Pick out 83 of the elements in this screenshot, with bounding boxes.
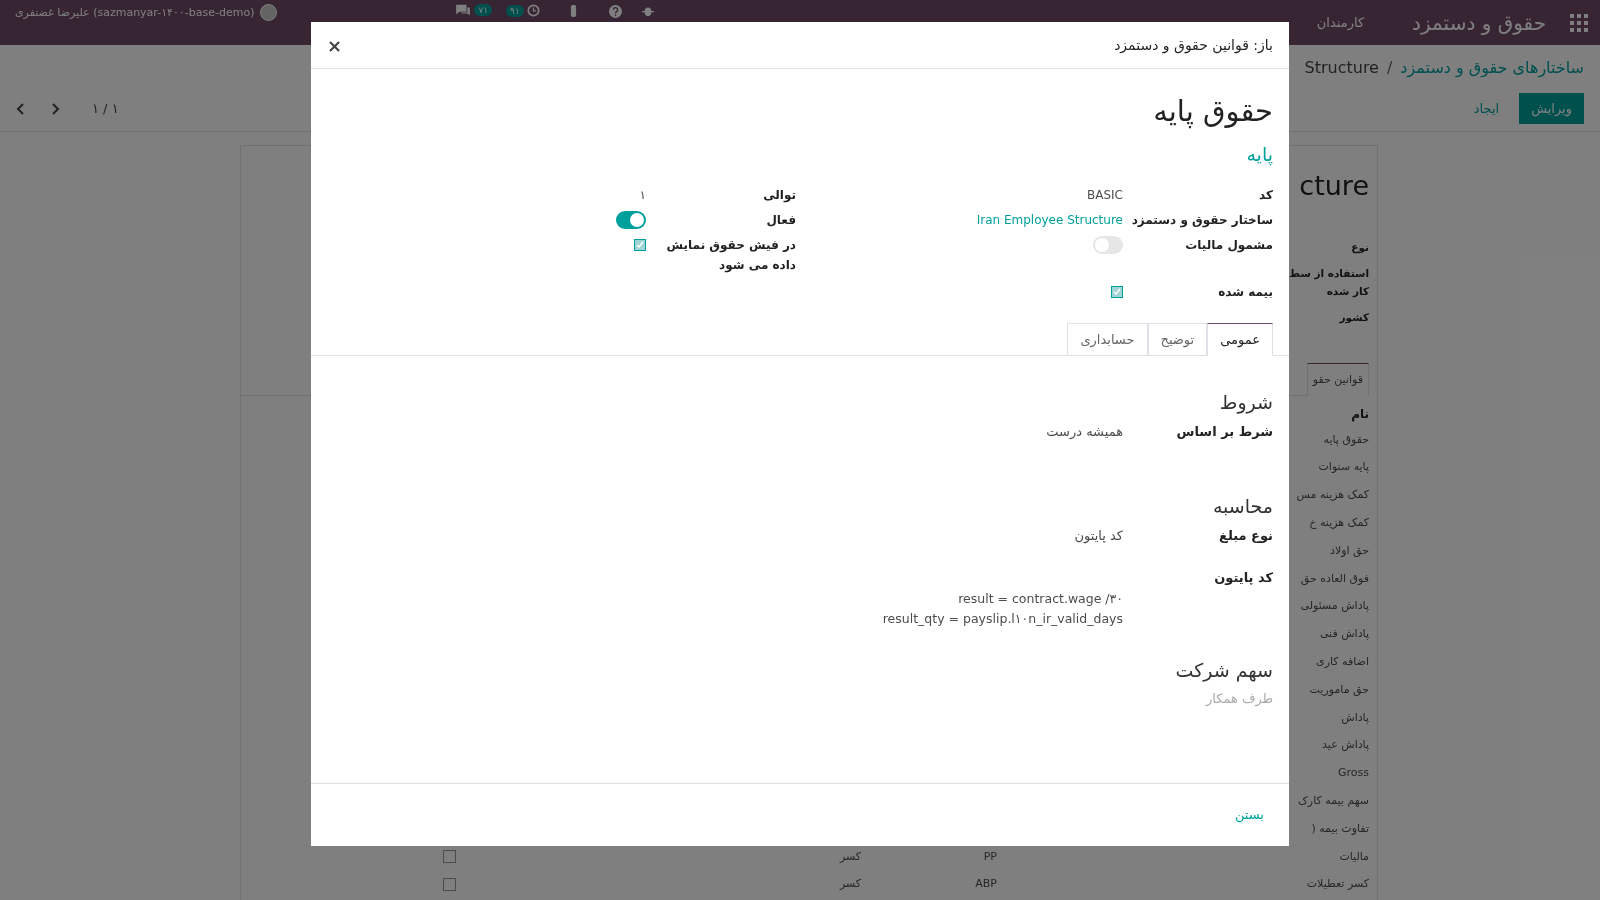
field-label: استفاده از سط: [1289, 266, 1369, 282]
tab[interactable]: عمومی: [1207, 323, 1273, 356]
field-label: کد پایتون: [1214, 569, 1273, 587]
field-label: کد: [1259, 187, 1273, 204]
table-cell-text: مالیات: [1338, 848, 1369, 865]
table-cell-text: حق اولاد: [1330, 542, 1369, 559]
field-label: شرط بر اساس: [1176, 423, 1273, 441]
field-label: کار شده: [1326, 284, 1369, 300]
section-title: محاسبه: [1212, 494, 1273, 519]
chat-icon[interactable]: [455, 4, 472, 16]
chevron-right-icon[interactable]: [52, 102, 60, 115]
field-label: نوع: [1351, 240, 1369, 256]
record-category: پایه: [1245, 142, 1273, 167]
checkbox[interactable]: [443, 878, 456, 892]
chevron-left-icon[interactable]: [16, 102, 24, 115]
table-cell: کمک هزینه خ: [1309, 515, 1369, 532]
field-label: توالی: [763, 187, 796, 205]
field-label: فعال: [766, 212, 796, 229]
field-label: ساختار حقوق و دستمزد: [1131, 212, 1273, 230]
field-label: بیمه شده: [1218, 284, 1273, 301]
user-name[interactable]: علیرضا غضنفری (sazmanyar-۱۴۰۰-base-demo): [15, 4, 255, 21]
table-cell-text: کسر تعطیلات: [1305, 876, 1369, 893]
help-icon[interactable]: [608, 5, 622, 18]
table-cell-text: کسر: [838, 848, 861, 865]
table-cell-text: ABP: [974, 876, 997, 893]
phone-icon[interactable]: [569, 5, 577, 17]
table-cell-text: کسر: [838, 876, 861, 893]
close-dialog-button[interactable]: بستن: [1234, 805, 1264, 825]
field-value: BASIC: [1087, 187, 1123, 204]
table-cell-text: اضافه کاری: [1316, 654, 1369, 670]
table-cell: پایه سنوات: [1318, 459, 1369, 476]
checkbox[interactable]: [443, 850, 456, 864]
field-value: کد پایتون: [1074, 527, 1123, 546]
table-cell-text: حق ماموریت: [1309, 681, 1369, 698]
breadcrumb-separator: /: [1386, 57, 1393, 79]
structure-link[interactable]: Iran Employee Structure: [976, 211, 1123, 229]
create-button[interactable]: ایجاد: [1465, 93, 1508, 124]
code-line: result_qty = payslip.l۱۰n_ir_valid_days: [882, 610, 1123, 628]
breadcrumb-item: Structure: [1304, 57, 1379, 79]
checkbox[interactable]: [634, 239, 646, 251]
table-cell-text: سهم بیمه کارک: [1298, 793, 1369, 809]
menu-item[interactable]: کارمندان: [1316, 12, 1365, 33]
table-cell-text: PP: [982, 848, 997, 865]
section-title: سهم شرکت: [1175, 658, 1273, 683]
count-badge: ۷۱: [474, 4, 493, 16]
tab[interactable]: حسابداری: [1067, 323, 1148, 356]
field-label: مشمول مالیات: [1185, 237, 1273, 255]
code-line: result = contract.wage /۳۰: [958, 590, 1123, 608]
clock-icon[interactable]: [526, 4, 540, 17]
app-title[interactable]: حقوق و دستمزد: [1412, 7, 1546, 38]
table-cell-text: پاداش: [1341, 709, 1369, 726]
tab[interactable]: توضیح: [1147, 323, 1208, 356]
table-cell-text: تفاوت بیمه (: [1311, 820, 1369, 837]
field-label: در فیش حقوق نمایش داده می شود: [665, 237, 796, 275]
section-title: شروط: [1219, 390, 1273, 415]
field-value: ۱: [639, 187, 646, 204]
close-button[interactable]: ×: [327, 31, 343, 59]
table-cell-text: حقوق پایه: [1323, 431, 1369, 448]
table-cell: پاداش فنی: [1319, 626, 1369, 643]
tab[interactable]: قوانین حقو: [1306, 363, 1369, 396]
table-cell: پاداش عید: [1322, 737, 1369, 754]
column-header: نام: [1351, 406, 1369, 424]
edit-button[interactable]: ویرایش: [1519, 93, 1584, 124]
toggle-switch[interactable]: [616, 211, 646, 229]
table-cell: Gross: [1338, 765, 1369, 782]
table-cell: کمک هزینه مس: [1296, 487, 1369, 504]
toggle-switch[interactable]: [1093, 236, 1123, 254]
record-name: حقوق پایه: [1152, 93, 1273, 131]
table-cell-text: فوق العاده حق: [1300, 570, 1369, 587]
avatar[interactable]: [260, 4, 278, 21]
field-value: همیشه درست: [1046, 423, 1123, 441]
bug-icon[interactable]: [641, 5, 654, 17]
field-label: طرف همکار: [1206, 690, 1273, 709]
table-cell: پاداش مسئولی: [1300, 598, 1369, 615]
record-title: cture: [1299, 169, 1369, 203]
apps-grid-icon[interactable]: [1570, 13, 1588, 32]
dialog-title: باز: قوانین حقوق و دستمزد: [1114, 35, 1273, 56]
breadcrumb-item[interactable]: ساختارهای حقوق و دستمزد: [1400, 57, 1584, 79]
checkbox[interactable]: [1111, 286, 1123, 298]
pager-value[interactable]: ۱ / ۱: [92, 98, 119, 119]
count-badge: ۹۱: [506, 4, 524, 17]
field-label: نوع مبلغ: [1219, 527, 1273, 545]
field-label: کشور: [1339, 310, 1369, 326]
